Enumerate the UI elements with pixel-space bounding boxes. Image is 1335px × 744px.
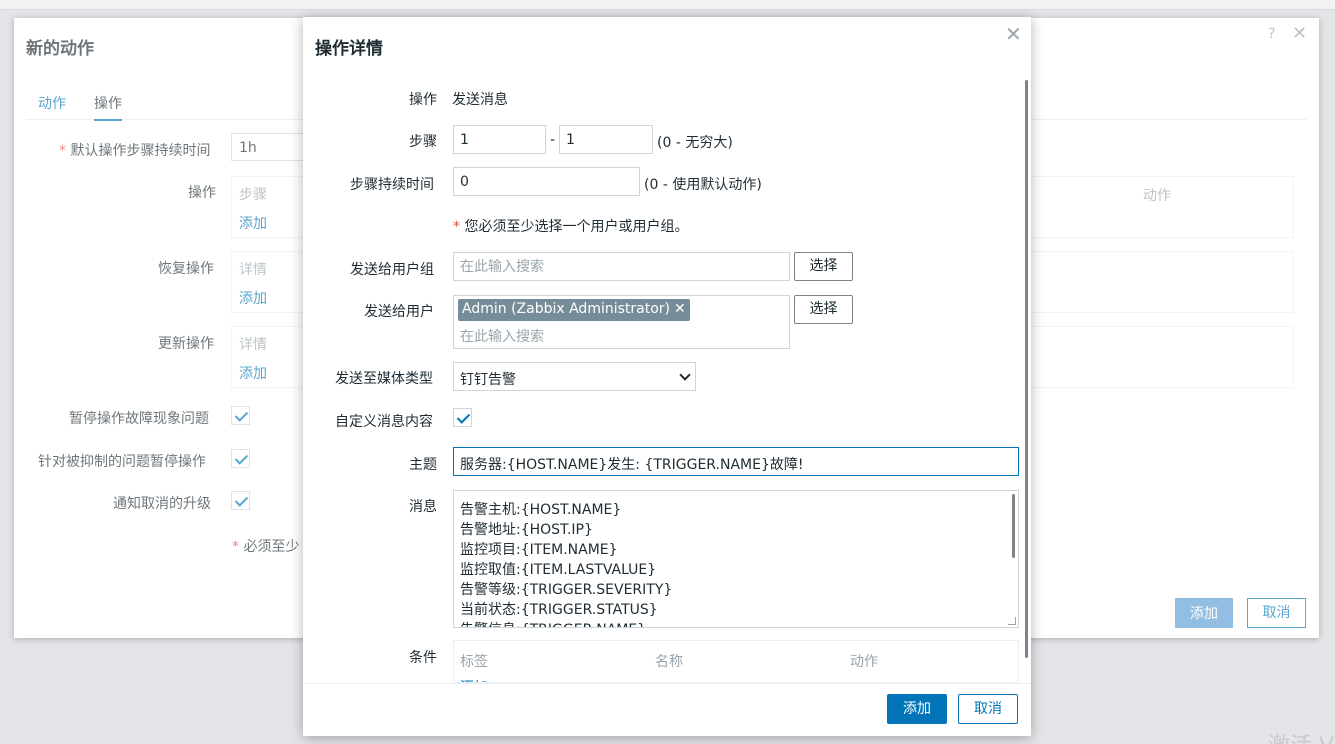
select-groups-button[interactable]: 选择 bbox=[794, 252, 853, 281]
select-users-button[interactable]: 选择 bbox=[794, 295, 853, 324]
conditions-header-action: 动作 bbox=[850, 654, 878, 670]
step-to-input[interactable] bbox=[559, 125, 653, 154]
send-users-label: 发送给用户 bbox=[364, 304, 434, 320]
step-duration-hint: (0 - 使用默认动作) bbox=[644, 177, 762, 193]
operation-label: 操作 bbox=[409, 92, 437, 108]
activation-watermark: 激活 V bbox=[1268, 728, 1334, 744]
custom-message-checkbox[interactable] bbox=[453, 408, 472, 427]
steps-hint: (0 - 无穷大) bbox=[657, 135, 733, 151]
step-duration-label: 步骤持续时间 bbox=[350, 177, 434, 193]
conditions-table: 标签 名称 动作 添加 bbox=[453, 640, 1019, 683]
page-top-strip bbox=[0, 0, 1335, 10]
step-separator: - bbox=[550, 132, 556, 148]
message-line: 监控取值:{ITEM.LASTVALUE} bbox=[460, 562, 657, 578]
message-line: 告警主机:{HOST.NAME} bbox=[460, 502, 622, 518]
message-line: 当前状态:{TRIGGER.STATUS} bbox=[460, 602, 658, 618]
resize-grip-icon[interactable] bbox=[1008, 617, 1016, 625]
conditions-label: 条件 bbox=[409, 650, 437, 666]
steps-label: 步骤 bbox=[409, 134, 437, 150]
send-users-multiselect[interactable]: Admin (Zabbix Administrator) ✕ 在此输入搜索 bbox=[453, 295, 790, 349]
dialog-footer-divider bbox=[303, 683, 1031, 684]
custom-message-label: 自定义消息内容 bbox=[335, 414, 433, 430]
conditions-header-name: 名称 bbox=[655, 654, 683, 670]
send-groups-label: 发送给用户组 bbox=[350, 262, 434, 278]
chip-remove-icon[interactable]: ✕ bbox=[674, 301, 686, 317]
chevron-down-icon bbox=[679, 369, 691, 381]
send-users-search[interactable]: 在此输入搜索 bbox=[460, 326, 544, 346]
required-note: * 您必须至少选择一个用户或用户组。 bbox=[453, 219, 689, 235]
message-line: 告警信息:{TRIGGER.NAME} bbox=[460, 619, 646, 627]
send-groups-search[interactable] bbox=[453, 252, 790, 281]
message-textarea[interactable]: 告警主机:{HOST.NAME} 告警地址:{HOST.IP} 监控项目:{IT… bbox=[453, 490, 1019, 628]
step-duration-input[interactable] bbox=[453, 167, 640, 196]
add-button[interactable]: 添加 bbox=[887, 694, 947, 724]
user-chip: Admin (Zabbix Administrator) ✕ bbox=[458, 299, 690, 321]
message-label: 消息 bbox=[409, 499, 437, 515]
message-line: 监控项目:{ITEM.NAME} bbox=[460, 542, 618, 558]
media-type-select[interactable]: 钉钉告警 bbox=[453, 362, 696, 391]
operation-details-dialog: 操作详情 ✕ 操作 发送消息 步骤 - (0 - 无穷大) 步骤持续时间 (0 … bbox=[303, 17, 1031, 736]
subject-label: 主题 bbox=[409, 457, 437, 473]
conditions-header-tag: 标签 bbox=[460, 654, 488, 670]
operation-value: 发送消息 bbox=[452, 92, 508, 108]
media-type-value: 钉钉告警 bbox=[460, 372, 516, 388]
dialog-scrollbar[interactable] bbox=[1025, 80, 1028, 658]
step-from-input[interactable] bbox=[453, 125, 546, 154]
dialog-title: 操作详情 bbox=[315, 39, 383, 59]
message-scrollbar[interactable] bbox=[1012, 494, 1015, 558]
message-line: 告警地址:{HOST.IP} bbox=[460, 522, 593, 538]
close-icon[interactable]: ✕ bbox=[1005, 22, 1022, 46]
message-line: 告警等级:{TRIGGER.SEVERITY} bbox=[460, 582, 673, 598]
subject-input[interactable]: 服务器:{HOST.NAME}发生: {TRIGGER.NAME}故障! bbox=[453, 447, 1019, 476]
media-type-label: 发送至媒体类型 bbox=[335, 371, 433, 387]
cancel-button[interactable]: 取消 bbox=[958, 694, 1018, 724]
